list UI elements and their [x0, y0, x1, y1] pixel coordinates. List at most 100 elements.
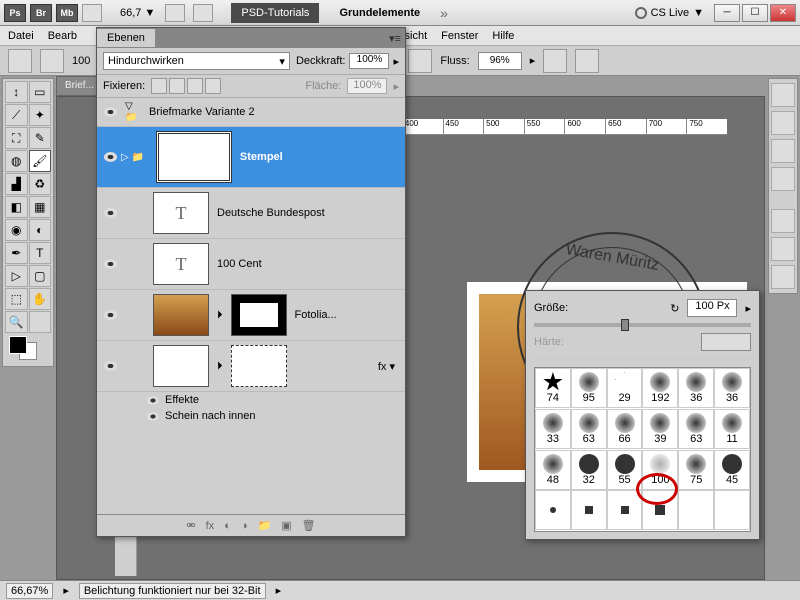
brush-preset[interactable]	[714, 490, 750, 530]
zoom-level[interactable]: 66,7 ▼	[120, 7, 155, 19]
panel-icon-swatches[interactable]	[771, 111, 795, 135]
brush-preset[interactable]: 45	[714, 450, 750, 490]
panel-icon-layers[interactable]	[771, 209, 795, 233]
size-input[interactable]: 100 Px	[687, 299, 737, 317]
layer-name[interactable]: Stempel	[240, 151, 283, 163]
layers-tab[interactable]: Ebenen	[97, 29, 156, 47]
move-tool[interactable]: ↕	[5, 81, 28, 103]
tablet-icon[interactable]	[575, 49, 599, 73]
minibridge-icon[interactable]: Mb	[56, 4, 78, 22]
brush-preset[interactable]: 36	[678, 368, 714, 408]
panel-icon-mask[interactable]	[771, 167, 795, 191]
fg-color-swatch[interactable]	[9, 336, 27, 354]
layer-fotolia[interactable]: ⏵ Fotolia...	[97, 290, 405, 341]
eraser-tool[interactable]: ◧	[5, 196, 28, 218]
lock-move-icon[interactable]	[187, 78, 203, 94]
lock-all-icon[interactable]	[205, 78, 221, 94]
brush-preset-icon[interactable]	[40, 49, 64, 73]
brush-preset[interactable]: 95	[571, 368, 607, 408]
layer-thumbnail[interactable]: T	[153, 243, 209, 285]
maximize-button[interactable]: ☐	[742, 4, 768, 22]
layer-bundespost[interactable]: T Deutsche Bundespost	[97, 188, 405, 239]
bridge-icon[interactable]: Br	[30, 4, 52, 22]
reset-icon[interactable]: ↻	[670, 302, 679, 315]
blur-tool[interactable]: ◉	[5, 219, 28, 241]
panel-menu-icon[interactable]: ▾≡	[385, 32, 405, 45]
trash-icon[interactable]: 🗑	[302, 519, 316, 532]
layer-group[interactable]: ▽ 📁 Briefmarke Variante 2	[97, 98, 405, 127]
visibility-icon[interactable]	[104, 361, 117, 371]
brush-preset[interactable]: 33	[535, 409, 571, 449]
brush-preset[interactable]	[607, 490, 643, 530]
ps-app-icon[interactable]: Ps	[4, 4, 26, 22]
brush-preset[interactable]: 192	[642, 368, 678, 408]
brush-preset[interactable]: 74	[535, 368, 571, 408]
menu-datei[interactable]: Datei	[8, 30, 34, 42]
brush-preset[interactable]	[535, 490, 571, 530]
visibility-icon[interactable]	[104, 259, 117, 269]
stamp-tool[interactable]: ▟	[5, 173, 28, 195]
heal-tool[interactable]: ◍	[5, 150, 28, 172]
gradient-tool[interactable]: ▦	[29, 196, 52, 218]
brush-preset[interactable]: 29	[607, 368, 643, 408]
view-dd-icon[interactable]	[82, 4, 102, 22]
zoom-tool[interactable]: 🔍	[5, 311, 28, 333]
brush-preset[interactable]: 66	[607, 409, 643, 449]
history-tool[interactable]: ♻	[29, 173, 52, 195]
menu-hilfe[interactable]: Hilfe	[492, 30, 514, 42]
workspace-tab-tutorials[interactable]: PSD-Tutorials	[231, 3, 319, 23]
blend-mode-select[interactable]: Hindurchwirken▾	[103, 52, 290, 70]
brush-preset[interactable]: 55	[607, 450, 643, 490]
brush-tool[interactable]: 🖌	[29, 150, 52, 172]
panel-icon-adjust[interactable]	[771, 139, 795, 163]
layer-bg[interactable]: ⏵ fx ▾	[97, 341, 405, 392]
dodge-tool[interactable]: ◐	[29, 219, 52, 241]
adjustment-icon[interactable]: ◑	[241, 520, 248, 532]
layer-group-name[interactable]: Briefmarke Variante 2	[149, 106, 255, 118]
pen-tool[interactable]: ✒	[5, 242, 28, 264]
layer-thumbnail[interactable]	[153, 345, 209, 387]
layer-effect-innerglow[interactable]: Schein nach innen	[97, 408, 405, 424]
menu-bearbeiten[interactable]: Bearb	[48, 30, 77, 42]
group-icon[interactable]: 📁	[258, 519, 272, 532]
brush-preset[interactable]: 36	[714, 368, 750, 408]
layer-mask-thumbnail[interactable]	[231, 294, 287, 336]
close-button[interactable]: ✕	[770, 4, 796, 22]
layer-thumbnail[interactable]: T	[153, 192, 209, 234]
size-slider[interactable]	[534, 323, 751, 327]
brush-preset[interactable]: 75	[678, 450, 714, 490]
layer-thumbnail[interactable]	[153, 294, 209, 336]
fluss-input[interactable]: 96%	[478, 52, 522, 70]
slider-handle[interactable]	[621, 319, 629, 331]
type-tool[interactable]: T	[29, 242, 52, 264]
layer-name[interactable]: Fotolia...	[295, 309, 337, 321]
cslive-button[interactable]: CS Live ▼	[635, 7, 704, 19]
workspace-more-icon[interactable]: »	[440, 5, 448, 21]
brush-preset[interactable]: 48	[535, 450, 571, 490]
3d-tool[interactable]: ⬚	[5, 288, 28, 310]
layer-mask-thumbnail[interactable]	[231, 345, 287, 387]
folder-arrow-icon[interactable]: ▷ 📁	[121, 152, 144, 163]
opt-icon-2[interactable]	[408, 49, 432, 73]
path-tool[interactable]: ▷	[5, 265, 28, 287]
brush-preset[interactable]: 63	[571, 409, 607, 449]
status-arrow-icon[interactable]: ▸	[63, 584, 69, 597]
workspace-tab-grund[interactable]: Grundelemente	[329, 3, 430, 23]
link-layers-icon[interactable]: ⚮	[186, 519, 195, 532]
eyedrop-tool[interactable]: ✎	[29, 127, 52, 149]
layer-name[interactable]: Deutsche Bundespost	[217, 207, 325, 219]
status-arrow-icon[interactable]: ▸	[276, 584, 282, 597]
status-zoom[interactable]: 66,67%	[6, 583, 53, 599]
brush-preset-highlighted[interactable]: 100	[642, 450, 678, 490]
fx-icon[interactable]: fx	[206, 520, 215, 532]
panel-icon-channels[interactable]	[771, 237, 795, 261]
mask-icon[interactable]: ◐	[224, 520, 231, 532]
tool-extra[interactable]	[29, 311, 52, 333]
lock-trans-icon[interactable]	[151, 78, 167, 94]
color-picker[interactable]	[5, 334, 51, 364]
brush-preset[interactable]: 11	[714, 409, 750, 449]
menu-fenster[interactable]: Fenster	[441, 30, 478, 42]
folder-toggle-icon[interactable]: ▽ 📁	[125, 101, 143, 123]
layer-name[interactable]: 100 Cent	[217, 258, 262, 270]
lock-paint-icon[interactable]	[169, 78, 185, 94]
